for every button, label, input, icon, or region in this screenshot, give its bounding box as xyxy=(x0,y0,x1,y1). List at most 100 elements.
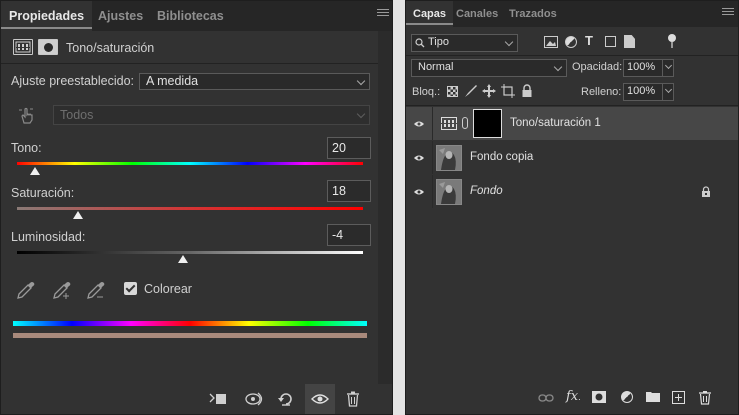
opacity-value: 100% xyxy=(627,61,656,73)
hue-label: Tono: xyxy=(11,141,42,155)
colorize-label: Colorear xyxy=(144,282,192,296)
trash-icon[interactable] xyxy=(698,390,716,408)
lock-artboard-icon[interactable] xyxy=(501,84,515,101)
layer-name: Fondo copia xyxy=(470,151,534,163)
layer-mask-icon[interactable] xyxy=(38,39,58,55)
layers-tabbar: Capas Canales Trazados xyxy=(406,1,738,27)
preset-value: A medida xyxy=(146,74,199,88)
clip-to-layer-icon[interactable] xyxy=(209,390,227,408)
opacity-label: Opacidad: xyxy=(572,61,623,73)
lock-transparent-pixels-icon[interactable] xyxy=(447,86,458,97)
toggle-visibility-button[interactable] xyxy=(305,384,335,414)
header-divider xyxy=(1,63,392,64)
hue-saturation-adjustment-icon xyxy=(441,117,457,130)
lock-image-pixels-icon[interactable] xyxy=(464,84,478,101)
range-value: Todos xyxy=(60,108,94,122)
lock-all-icon[interactable] xyxy=(521,84,533,101)
lightness-slider-track[interactable] xyxy=(17,251,363,254)
filter-toggle-icon[interactable] xyxy=(668,34,676,42)
adjustment-title: Tono/saturación xyxy=(66,41,155,55)
lightness-input[interactable]: -4 xyxy=(327,224,371,246)
hue-slider-track[interactable] xyxy=(17,162,363,165)
eyedropper-minus-icon[interactable] xyxy=(85,279,107,301)
search-icon xyxy=(415,38,425,48)
chevron-down-icon xyxy=(356,76,366,86)
saturation-label: Saturación: xyxy=(11,186,75,200)
lock-label: Bloq.: xyxy=(412,86,441,98)
layer-mask-thumbnail[interactable] xyxy=(473,109,502,138)
lock-icon xyxy=(702,186,710,197)
range-select[interactable]: Todos xyxy=(53,105,370,125)
new-layer-icon[interactable] xyxy=(672,391,690,409)
link-chain-icon[interactable] xyxy=(462,117,468,129)
fill-dropdown[interactable] xyxy=(662,83,674,101)
chevron-down-icon xyxy=(553,62,563,72)
output-color-bar xyxy=(13,333,367,338)
tab-capas[interactable]: Capas xyxy=(406,1,454,27)
fx-icon[interactable]: fx. xyxy=(566,389,581,404)
properties-tabbar: Propiedades Ajustes Bibliotecas xyxy=(1,1,392,31)
lightness-label: Luminosidad: xyxy=(11,230,86,244)
new-group-icon[interactable] xyxy=(646,391,664,409)
layer-name: Fondo xyxy=(470,185,503,197)
preset-label: Ajuste preestablecido: xyxy=(11,74,134,88)
saturation-input[interactable]: 18 xyxy=(327,180,371,202)
link-layers-icon[interactable] xyxy=(538,392,556,410)
blend-mode-value: Normal xyxy=(418,61,454,73)
layer-filter-select[interactable]: Tipo xyxy=(411,34,518,52)
properties-scrollbar[interactable] xyxy=(378,31,392,384)
properties-footer xyxy=(1,384,392,414)
tab-propiedades[interactable]: Propiedades xyxy=(1,1,93,31)
tab-bibliotecas[interactable]: Bibliotecas xyxy=(149,1,232,31)
layer-row[interactable]: Fondo copia xyxy=(406,141,738,174)
opacity-dropdown[interactable] xyxy=(662,59,674,77)
chevron-down-icon xyxy=(356,109,366,119)
layer-thumbnail[interactable] xyxy=(436,145,462,171)
visibility-eye-icon[interactable] xyxy=(414,153,424,163)
lightness-slider-thumb[interactable] xyxy=(178,255,188,263)
preset-select[interactable]: A medida xyxy=(139,73,370,90)
colorize-checkbox[interactable] xyxy=(124,282,137,295)
fill-value: 100% xyxy=(627,85,656,97)
filter-type-icon[interactable]: T xyxy=(585,33,593,48)
chevron-down-icon xyxy=(504,37,514,47)
view-previous-state-icon[interactable] xyxy=(244,390,266,408)
tab-trazados[interactable]: Trazados xyxy=(502,1,564,27)
hue-slider-thumb[interactable] xyxy=(30,167,40,175)
blend-mode-select[interactable]: Normal xyxy=(411,59,567,77)
targeted-adjustment-hand-icon[interactable] xyxy=(17,105,37,125)
layers-footer: fx. xyxy=(406,384,738,414)
layer-filter-value: Tipo xyxy=(428,36,449,48)
filter-divider xyxy=(406,55,738,56)
reset-icon[interactable] xyxy=(277,390,295,408)
eyedropper-icon[interactable] xyxy=(15,279,37,301)
visibility-eye-icon[interactable] xyxy=(414,187,424,197)
filter-smart-object-icon[interactable] xyxy=(624,35,635,48)
input-color-bar xyxy=(13,321,367,326)
filter-pixel-icon[interactable] xyxy=(544,36,558,48)
layer-row[interactable]: Tono/saturación 1 xyxy=(406,107,738,140)
properties-panel: Propiedades Ajustes Bibliotecas Tono/sat… xyxy=(0,0,393,415)
layer-name: Tono/saturación 1 xyxy=(510,117,601,129)
new-adjustment-layer-icon[interactable] xyxy=(621,391,633,403)
panel-menu-icon[interactable] xyxy=(377,9,389,19)
filter-shape-icon[interactable] xyxy=(605,36,616,47)
tab-canales[interactable]: Canales xyxy=(449,1,505,27)
visibility-eye-icon[interactable] xyxy=(414,119,424,129)
filter-adjustment-icon[interactable] xyxy=(565,36,577,48)
layers-panel: Capas Canales Trazados Tipo T Normal Opa… xyxy=(405,0,739,415)
eyedropper-plus-icon[interactable] xyxy=(51,279,73,301)
lock-position-icon[interactable] xyxy=(482,84,496,101)
fill-label: Relleno: xyxy=(581,86,622,98)
hue-saturation-adjustment-icon xyxy=(13,39,33,55)
trash-icon[interactable] xyxy=(344,390,362,408)
tab-ajustes[interactable]: Ajustes xyxy=(90,1,151,31)
lock-divider xyxy=(406,105,738,106)
panel-menu-icon[interactable] xyxy=(722,8,734,18)
saturation-slider-track[interactable] xyxy=(17,207,363,210)
layer-thumbnail[interactable] xyxy=(436,179,462,205)
hue-input[interactable]: 20 xyxy=(327,137,371,159)
layer-row[interactable]: Fondo xyxy=(406,175,738,208)
saturation-slider-thumb[interactable] xyxy=(73,211,83,219)
add-mask-icon[interactable] xyxy=(592,391,610,409)
